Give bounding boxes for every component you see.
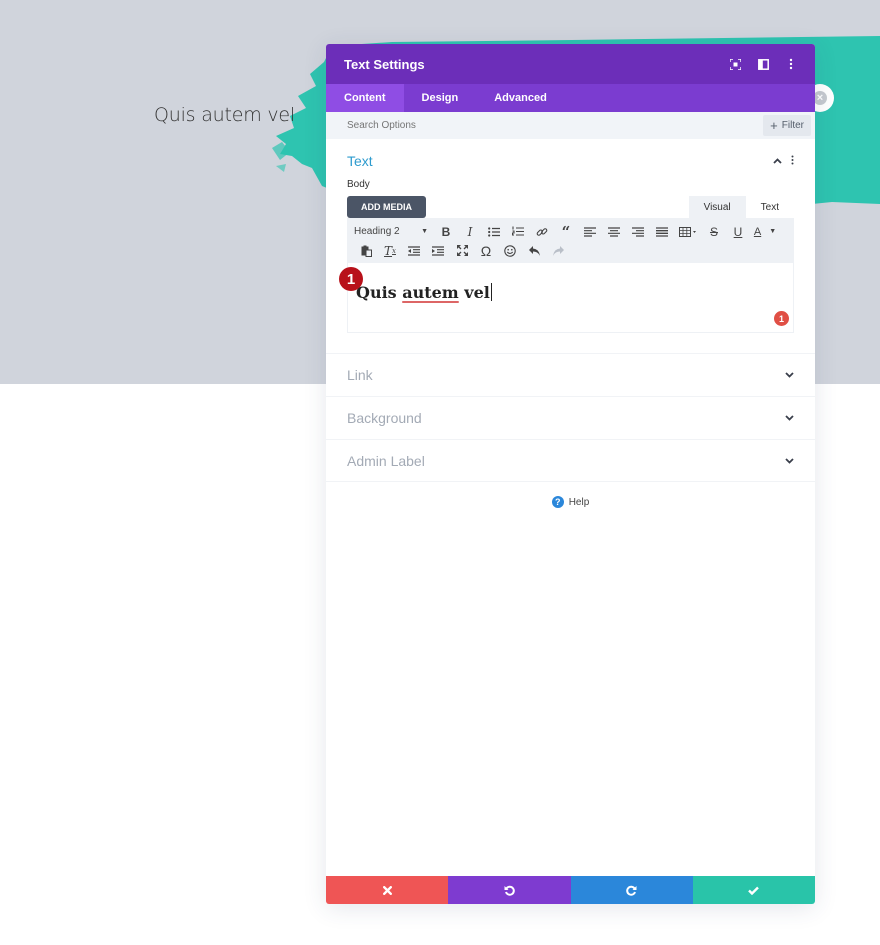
- modal-footer: [326, 876, 815, 904]
- blockquote-icon[interactable]: “: [554, 222, 578, 241]
- checkmark-icon: [748, 886, 760, 895]
- bullet-list-icon[interactable]: [482, 222, 506, 241]
- chevron-up-icon[interactable]: [773, 156, 782, 167]
- close-icon: [382, 885, 392, 895]
- fullscreen-icon[interactable]: [450, 241, 474, 260]
- save-button[interactable]: [692, 876, 815, 904]
- paste-as-text-icon[interactable]: [354, 241, 378, 260]
- undo-icon: [504, 885, 515, 896]
- discard-button[interactable]: [326, 876, 449, 904]
- undo-icon[interactable]: [522, 241, 546, 260]
- close-icon: ×: [813, 91, 827, 105]
- page-canvas: Quis autem vel × Text Settings Content D…: [0, 0, 880, 945]
- clear-formatting-icon[interactable]: Tx: [378, 241, 402, 260]
- text-section-title: Text: [347, 153, 373, 169]
- bold-icon[interactable]: B: [434, 222, 458, 241]
- tab-design[interactable]: Design: [404, 84, 477, 112]
- align-center-icon[interactable]: [602, 222, 626, 241]
- help-label: Help: [568, 496, 590, 508]
- chevron-down-icon: [784, 370, 794, 380]
- text-color-icon[interactable]: A ▼: [750, 222, 780, 241]
- help-link[interactable]: ? Help: [326, 496, 815, 508]
- modal-title: Text Settings: [344, 56, 425, 72]
- admin-label-section[interactable]: Admin Label: [326, 439, 815, 482]
- format-select[interactable]: Heading 2 ▼: [354, 226, 434, 237]
- strikethrough-icon[interactable]: S: [702, 222, 726, 241]
- sidebar-toggle-icon[interactable]: [757, 58, 769, 70]
- filter-label: Filter: [781, 120, 804, 131]
- spellcheck-error-badge[interactable]: 1: [774, 311, 789, 326]
- align-justify-icon[interactable]: [650, 222, 674, 241]
- redo-button[interactable]: [570, 876, 693, 904]
- chevron-down-icon: [784, 456, 794, 466]
- tab-content[interactable]: Content: [326, 84, 404, 112]
- editor-tab-visual[interactable]: Visual: [688, 196, 746, 218]
- modal-header: Text Settings: [326, 44, 815, 84]
- link-section[interactable]: Link: [326, 353, 815, 396]
- editor-toolbar: Heading 2 ▼ B I “ S U A ▼ T x Ω: [347, 218, 794, 263]
- background-section[interactable]: Background: [326, 396, 815, 439]
- help-icon: ?: [551, 496, 564, 508]
- outdent-icon[interactable]: [402, 241, 426, 260]
- text-settings-modal: Text Settings Content Design Advanced Se…: [326, 44, 815, 904]
- focus-icon[interactable]: [729, 58, 741, 70]
- body-label: Body: [347, 179, 370, 190]
- link-section-title: Link: [347, 367, 373, 383]
- text-section: Text Body ADD MEDIA Visual Text Heading …: [326, 139, 815, 353]
- numbered-list-icon[interactable]: [506, 222, 530, 241]
- align-right-icon[interactable]: [626, 222, 650, 241]
- text-section-header[interactable]: Text: [347, 139, 794, 183]
- chevron-down-icon: [784, 413, 794, 423]
- align-left-icon[interactable]: [578, 222, 602, 241]
- background-section-title: Background: [347, 410, 422, 426]
- redo-icon: [626, 885, 637, 896]
- misspelled-word[interactable]: autem: [402, 283, 459, 302]
- format-select-value: Heading 2: [354, 226, 400, 237]
- filter-button[interactable]: + Filter: [763, 115, 811, 136]
- search-options-input[interactable]: [347, 120, 764, 131]
- redo-icon[interactable]: [546, 241, 570, 260]
- undo-button[interactable]: [448, 876, 571, 904]
- step-number-marker: 1: [339, 267, 363, 291]
- settings-tabs: Content Design Advanced: [326, 84, 815, 112]
- caret-down-icon: ▼: [421, 228, 428, 235]
- link-icon[interactable]: [530, 222, 554, 241]
- plus-icon: +: [770, 117, 778, 133]
- text-cursor: [490, 283, 492, 301]
- indent-icon[interactable]: [426, 241, 450, 260]
- page-heading: Quis autem vel: [154, 104, 295, 126]
- add-media-button[interactable]: ADD MEDIA: [347, 196, 426, 218]
- tab-advanced[interactable]: Advanced: [476, 84, 565, 112]
- more-vertical-icon[interactable]: [785, 58, 797, 70]
- editor-tab-text[interactable]: Text: [745, 196, 794, 218]
- special-character-icon[interactable]: Ω: [474, 241, 498, 260]
- admin-label-section-title: Admin Label: [347, 452, 425, 469]
- italic-icon[interactable]: I: [458, 222, 482, 241]
- table-icon[interactable]: [674, 222, 702, 241]
- search-row: + Filter: [326, 112, 815, 139]
- underline-icon[interactable]: U: [726, 222, 750, 241]
- editor-content[interactable]: Quis autem vel: [356, 283, 785, 302]
- emoji-icon[interactable]: [498, 241, 522, 260]
- section-options-icon[interactable]: [791, 155, 794, 168]
- rich-text-editor[interactable]: Quis autem vel 1: [347, 263, 794, 333]
